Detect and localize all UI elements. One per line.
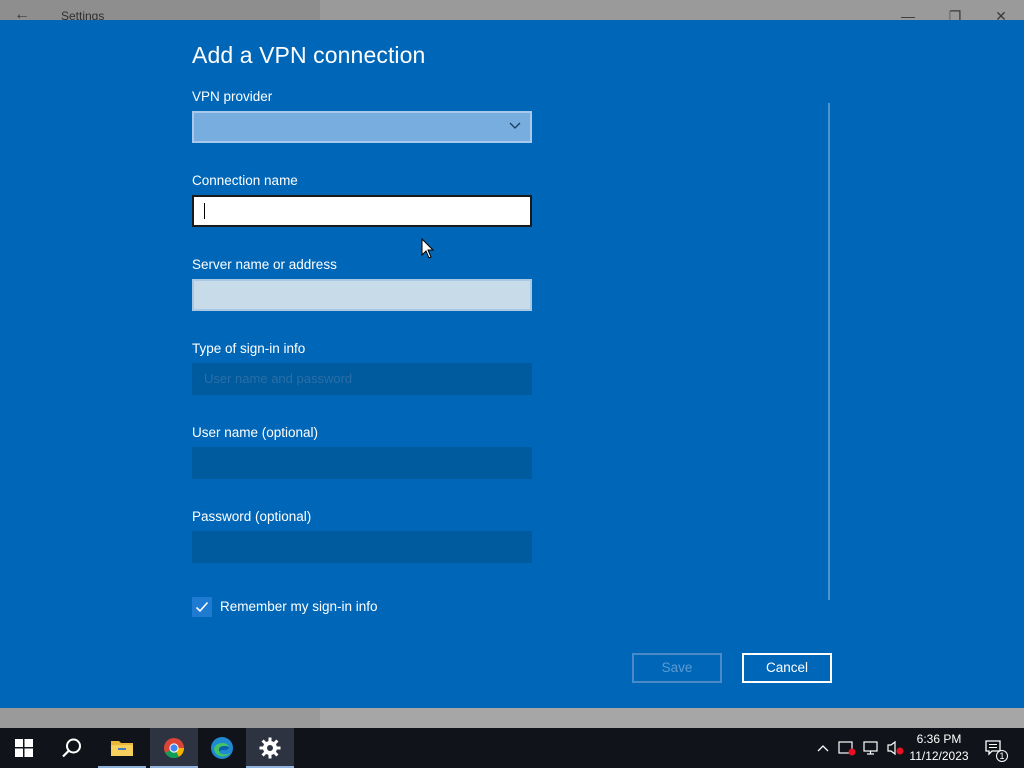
bottom-left-pane <box>0 708 320 728</box>
action-center-button[interactable]: 1 <box>982 728 1008 768</box>
remember-label[interactable]: Remember my sign-in info <box>220 599 378 614</box>
cancel-button[interactable]: Cancel <box>742 653 832 683</box>
chevron-down-icon <box>509 122 521 129</box>
clock-time: 6:36 PM <box>916 732 962 746</box>
volume-tray-icon[interactable] <box>884 728 906 768</box>
chevron-up-icon <box>817 745 829 752</box>
sign-in-type-dropdown[interactable]: User name and password <box>192 363 532 395</box>
vpn-provider-label: VPN provider <box>192 89 273 104</box>
scrollbar[interactable] <box>828 103 830 600</box>
server-name-input[interactable] <box>192 279 532 311</box>
taskbar-file-explorer[interactable] <box>98 728 146 768</box>
password-label: Password (optional) <box>192 509 312 524</box>
sign-in-type-label: Type of sign-in info <box>192 341 306 356</box>
connection-name-input[interactable] <box>192 195 532 227</box>
server-name-label: Server name or address <box>192 257 337 272</box>
taskbar-settings[interactable] <box>246 728 294 768</box>
dialog-title: Add a VPN connection <box>192 42 426 68</box>
start-button[interactable] <box>0 728 48 768</box>
taskbar-chrome[interactable] <box>150 728 198 768</box>
show-hidden-icons-button[interactable] <box>814 728 832 768</box>
chrome-icon <box>164 738 185 759</box>
save-button[interactable]: Save <box>632 653 722 683</box>
network-tray-icon[interactable] <box>860 728 882 768</box>
user-name-input[interactable] <box>192 447 532 479</box>
notification-count-badge: 1 <box>996 750 1008 762</box>
network-icon <box>863 741 878 755</box>
taskbar-edge[interactable] <box>198 728 246 768</box>
gear-icon <box>259 737 281 759</box>
mouse-cursor-icon <box>421 238 435 259</box>
checkmark-icon <box>195 601 209 613</box>
taskbar-clock[interactable]: 6:36 PM 11/12/2023 <box>908 731 970 765</box>
defender-warning-icon <box>838 741 856 756</box>
security-tray-icon[interactable] <box>836 728 858 768</box>
search-icon <box>62 738 81 758</box>
remember-checkbox[interactable] <box>192 597 212 617</box>
settings-window-bottom <box>0 708 1024 728</box>
vpn-provider-dropdown[interactable] <box>192 111 532 143</box>
password-input[interactable] <box>192 531 532 563</box>
folder-icon <box>111 741 133 756</box>
add-vpn-dialog: Add a VPN connection VPN provider Connec… <box>0 20 1024 708</box>
clock-date: 11/12/2023 <box>909 749 969 763</box>
edge-icon <box>211 737 233 759</box>
text-caret <box>204 203 205 219</box>
sign-in-type-value: User name and password <box>204 371 353 386</box>
windows-logo-icon <box>15 739 33 757</box>
user-name-label: User name (optional) <box>192 425 319 440</box>
search-button[interactable] <box>48 728 96 768</box>
volume-muted-icon <box>887 740 904 756</box>
connection-name-label: Connection name <box>192 173 298 188</box>
taskbar: 6:36 PM 11/12/2023 1 <box>0 728 1024 768</box>
